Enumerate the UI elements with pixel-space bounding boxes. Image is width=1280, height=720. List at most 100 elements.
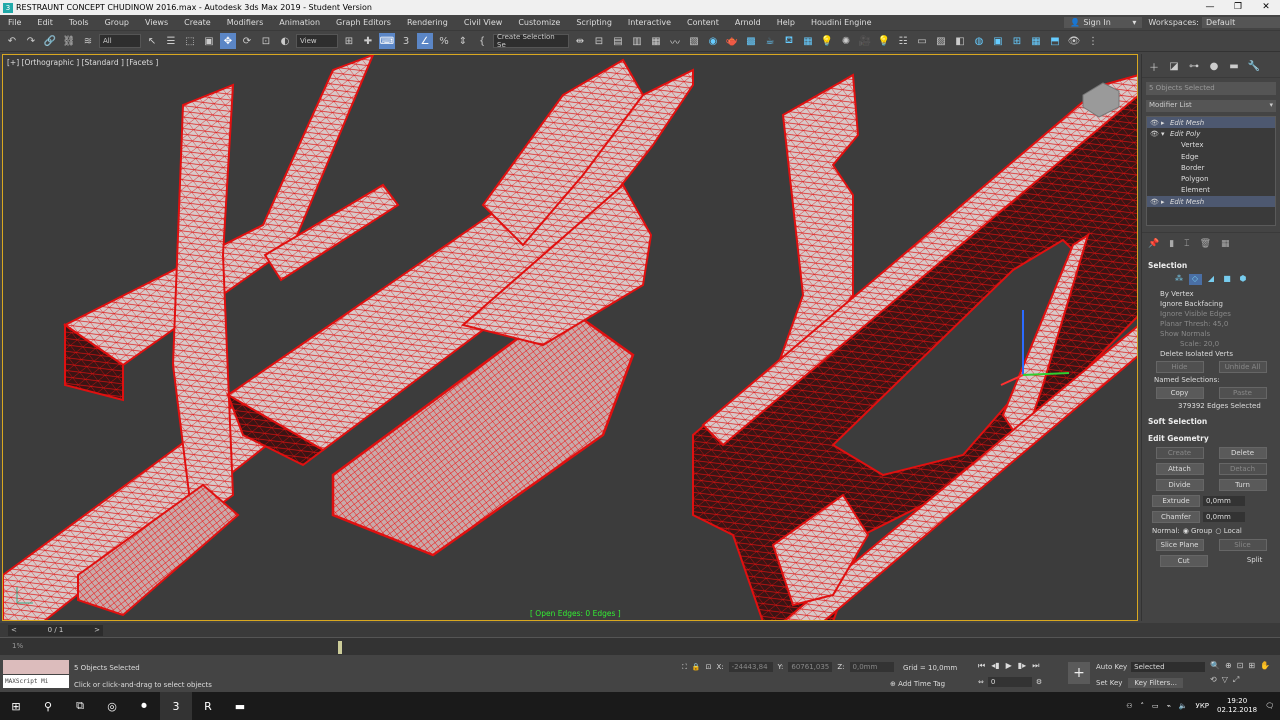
next-frame-icon[interactable]: > xyxy=(94,625,100,636)
expand-icon[interactable]: ▸ xyxy=(1161,198,1167,206)
make-unique-icon[interactable]: ⌶ xyxy=(1184,239,1189,249)
previous-frame-icon[interactable]: ◂▮ xyxy=(991,661,999,671)
eye-icon[interactable]: 👁 xyxy=(1066,33,1082,49)
keyboard-shortcut-icon[interactable]: ⌨ xyxy=(379,33,395,49)
face-icon[interactable]: ◢ xyxy=(1205,274,1218,285)
pan-icon[interactable]: ✋ xyxy=(1260,661,1270,670)
ignore-visible-edges-checkbox[interactable]: Ignore Visible Edges xyxy=(1144,309,1278,319)
soft-selection-header[interactable]: Soft Selection xyxy=(1144,415,1278,428)
zoom-extents-all-icon[interactable]: ⊞ xyxy=(1248,661,1255,670)
r-app-icon[interactable]: R xyxy=(192,692,224,720)
arnold-icon[interactable]: ▦ xyxy=(800,33,816,49)
copy-button[interactable]: Copy xyxy=(1155,387,1204,399)
schematic-view-icon[interactable]: ▧ xyxy=(686,33,702,49)
menu-help[interactable]: Help xyxy=(769,18,803,27)
motion-tab-icon[interactable]: ● xyxy=(1206,59,1222,73)
grid-icon[interactable]: ▦ xyxy=(1028,33,1044,49)
orbit-icon[interactable]: ⟲ xyxy=(1210,675,1217,685)
modifier-list-dropdown[interactable]: Modifier List ▾ xyxy=(1146,100,1276,112)
set-key-toggle[interactable]: Set Key xyxy=(1096,679,1122,687)
spinner-snap-icon[interactable]: ⇕ xyxy=(455,33,471,49)
workspace-dropdown[interactable]: Default xyxy=(1202,17,1280,28)
paste-button[interactable]: Paste xyxy=(1218,387,1267,399)
region-select-icon[interactable]: ⬚ xyxy=(182,33,198,49)
slice-button[interactable]: Slice xyxy=(1218,539,1267,551)
prev-frame-icon[interactable]: < xyxy=(11,625,17,636)
menu-civil-view[interactable]: Civil View xyxy=(456,18,511,27)
stack-sub-border[interactable]: Border xyxy=(1147,162,1275,173)
split-checkbox[interactable]: Split xyxy=(1231,555,1263,567)
maxscript-listener-output[interactable] xyxy=(3,660,69,674)
unlink-icon[interactable]: ⛓ xyxy=(61,33,77,49)
object-name-field[interactable]: 5 Objects Selected xyxy=(1146,82,1276,95)
selection-filter-dropdown[interactable]: All xyxy=(99,34,141,48)
stack-item-edit-poly[interactable]: 👁 ▾ Edit Poly xyxy=(1147,128,1275,139)
clock[interactable]: 19:20 02.12.2018 xyxy=(1217,697,1257,715)
chrome-icon[interactable]: ◎ xyxy=(96,692,128,720)
utilities-tab-icon[interactable]: 🔧 xyxy=(1246,59,1262,73)
track-bar[interactable]: 1% xyxy=(0,637,1280,655)
move-icon[interactable]: ✥ xyxy=(220,33,236,49)
polygon-icon[interactable]: ■ xyxy=(1221,274,1234,285)
auto-key-button[interactable]: Auto Key xyxy=(1096,663,1127,671)
sun-icon[interactable]: ✺ xyxy=(838,33,854,49)
modify-tab-icon[interactable]: ◪ xyxy=(1166,59,1182,73)
viewport-label[interactable]: [+] [Orthographic ] [Standard ] [Facets … xyxy=(7,58,158,67)
menu-modifiers[interactable]: Modifiers xyxy=(219,18,272,27)
image-icon[interactable]: ▨ xyxy=(933,33,949,49)
menu-tools[interactable]: Tools xyxy=(61,18,97,27)
percent-snap-icon[interactable]: % xyxy=(436,33,452,49)
selection-rollout-header[interactable]: Selection xyxy=(1144,259,1278,272)
more-tools-icon[interactable]: ⋮ xyxy=(1085,33,1101,49)
field-of-view-icon[interactable]: ▽ xyxy=(1222,675,1228,685)
maxscript-mini-listener[interactable]: MAXScript Mi xyxy=(3,675,69,688)
bulb-icon[interactable]: 💡 xyxy=(876,33,892,49)
box-icon[interactable]: ▣ xyxy=(990,33,1006,49)
menu-edit[interactable]: Edit xyxy=(29,18,61,27)
edge-icon[interactable]: ◇ xyxy=(1188,274,1202,285)
list-icon[interactable]: ☷ xyxy=(895,33,911,49)
named-selection-dropdown[interactable]: Create Selection Se xyxy=(493,33,569,49)
next-frame-icon[interactable]: ▮▸ xyxy=(1018,661,1026,671)
detach-button[interactable]: Detach xyxy=(1218,463,1267,475)
stack-sub-element[interactable]: Element xyxy=(1147,185,1275,196)
layout-icon[interactable]: ⊞ xyxy=(1009,33,1025,49)
select-object-icon[interactable]: ↖ xyxy=(144,33,160,49)
battery-icon[interactable]: ▭ xyxy=(1152,702,1159,710)
set-key-button[interactable]: + xyxy=(1068,662,1090,684)
notifications-icon[interactable]: 🗨 xyxy=(1265,702,1274,710)
pin-stack-icon[interactable]: 📌 xyxy=(1148,239,1159,249)
hierarchy-tab-icon[interactable]: ⊶ xyxy=(1186,59,1202,73)
menu-file[interactable]: File xyxy=(0,18,29,27)
isolate-icon[interactable]: ⛶ xyxy=(682,663,687,672)
link-icon[interactable]: 🔗 xyxy=(42,33,58,49)
sign-in-button[interactable]: 👤 Sign In ▾ xyxy=(1064,17,1143,28)
current-frame-field[interactable]: 0 xyxy=(987,677,1032,687)
language-indicator[interactable]: УКР xyxy=(1196,702,1209,710)
turn-button[interactable]: Turn xyxy=(1218,479,1267,491)
time-config-icon[interactable]: ⚙ xyxy=(1036,678,1042,686)
chevron-up-icon[interactable]: ˄ xyxy=(1140,702,1144,710)
scale-field[interactable]: Scale: 20,0 xyxy=(1144,339,1278,349)
show-end-result-icon[interactable]: ▮ xyxy=(1169,239,1174,249)
lock-icon[interactable]: 🔒 xyxy=(692,663,701,671)
manipulate-icon[interactable]: ✚ xyxy=(360,33,376,49)
create-tab-icon[interactable]: ＋ xyxy=(1146,59,1162,74)
ribbon-icon[interactable]: ▦ xyxy=(648,33,664,49)
cube-icon[interactable]: ◧ xyxy=(952,33,968,49)
menu-rendering[interactable]: Rendering xyxy=(399,18,456,27)
go-to-end-icon[interactable]: ⏭ xyxy=(1032,661,1039,671)
stack-sub-polygon[interactable]: Polygon xyxy=(1147,173,1275,184)
zoom-extents-icon[interactable]: ⊡ xyxy=(1237,661,1244,670)
minimize-icon[interactable]: — xyxy=(1196,0,1224,15)
menu-scripting[interactable]: Scripting xyxy=(568,18,620,27)
cut-button[interactable]: Cut xyxy=(1159,555,1208,567)
group-radio[interactable]: ◉ Group xyxy=(1183,527,1213,535)
select-by-name-icon[interactable]: ☰ xyxy=(163,33,179,49)
divide-button[interactable]: Divide xyxy=(1155,479,1204,491)
y-coordinate-field[interactable]: 60761,035 xyxy=(788,662,833,672)
file-explorer-icon[interactable]: ▬ xyxy=(224,692,256,720)
stack-sub-vertex[interactable]: Vertex xyxy=(1147,140,1275,151)
network-icon[interactable]: ⌁ xyxy=(1167,702,1171,710)
menu-views[interactable]: Views xyxy=(137,18,176,27)
